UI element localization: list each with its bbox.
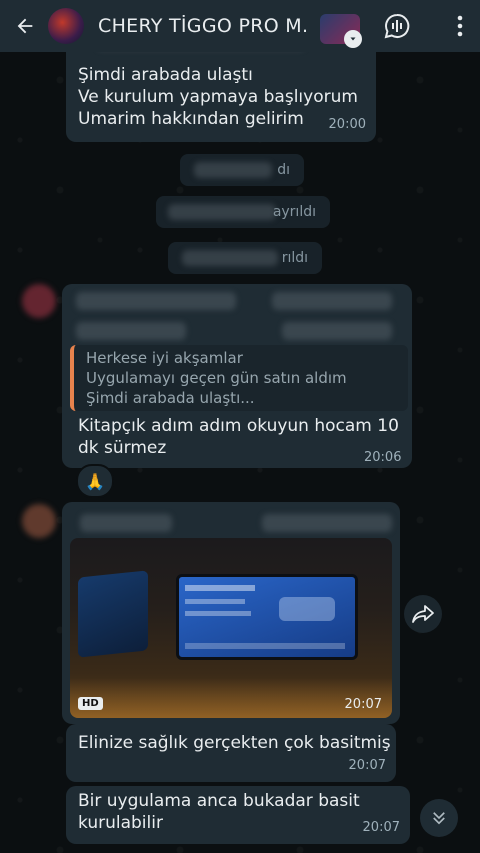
instrument-cluster-screen <box>78 570 148 658</box>
message-time: 20:00 <box>328 117 366 132</box>
message-bubble[interactable]: Bir uygulama anca bukadar basit kurulabi… <box>66 786 410 844</box>
avatar[interactable] <box>22 284 56 318</box>
quote-line: Herkese iyi akşamlar <box>86 349 243 367</box>
system-notice: rıldı <box>168 242 322 274</box>
redacted-phone <box>262 514 392 532</box>
double-chevron-down-icon <box>433 812 445 825</box>
redacted-phone <box>272 292 392 310</box>
message-line: Umarim hakkından gelirim <box>78 109 304 129</box>
message-line: Bir uygulama anca bukadar basit <box>78 791 360 811</box>
chat-audio-icon <box>384 13 410 39</box>
message-time: 20:06 <box>364 450 402 465</box>
quote-line: Uygulamayı geçen gün satın aldım <box>86 369 347 387</box>
chat-audio-button[interactable] <box>383 12 411 40</box>
group-avatar[interactable] <box>48 8 84 44</box>
message-text: Bir uygulama anca bukadar basit kurulabi… <box>78 790 360 834</box>
message-line: dk sürmez <box>78 438 167 458</box>
scroll-to-bottom-button[interactable] <box>420 799 458 837</box>
reaction-badge[interactable]: 🙏 <box>76 464 114 498</box>
message-time: 20:07 <box>348 758 386 773</box>
message-line: kurulabilir <box>78 813 163 833</box>
hd-badge: HD <box>78 697 103 710</box>
avatar[interactable] <box>22 504 56 538</box>
car-screen-photo[interactable]: HD 20:07 <box>70 538 392 718</box>
message-text: Kitapçık adım adım okuyun hocam 10 dk sü… <box>78 415 399 459</box>
chat-title[interactable]: CHERY TİGGO PRO M... <box>98 15 308 37</box>
pray-emoji: 🙏 <box>85 471 105 491</box>
infotainment-screen <box>176 574 358 660</box>
message-time: 20:07 <box>344 697 382 712</box>
more-vert-icon <box>457 15 463 37</box>
menu-button[interactable] <box>446 12 474 40</box>
chevron-down-icon <box>344 30 362 48</box>
message-line: Şimdi arabada ulaştı <box>78 65 253 85</box>
message-line: Ve kurulum yapmaya başlıyorum <box>78 87 358 107</box>
system-notice: ayrıldı <box>156 196 330 228</box>
system-notice: dı <box>180 154 304 186</box>
chat-header: CHERY TİGGO PRO M... <box>0 0 480 52</box>
message-bubble[interactable]: Elinize sağlık gerçekten çok basitmiş 20… <box>66 724 396 782</box>
group-thumb[interactable] <box>320 14 362 48</box>
arrow-left-icon <box>17 18 33 34</box>
quote-line: Şimdi arabada ulaştı... <box>86 389 255 407</box>
message-text: Elinize sağlık gerçekten çok basitmiş <box>78 733 391 753</box>
redacted-sender <box>80 514 172 532</box>
reply-quote[interactable]: Herkese iyi akşamlar Uygulamayı geçen gü… <box>70 345 408 411</box>
back-button[interactable] <box>8 0 42 52</box>
forward-button[interactable] <box>404 595 442 633</box>
message-time: 20:07 <box>362 820 400 835</box>
redacted-sender <box>76 292 236 310</box>
message-line: Kitapçık adım adım okuyun hocam 10 <box>78 416 399 436</box>
forward-icon <box>412 605 434 623</box>
message-text: Şimdi arabada ulaştı Ve kurulum yapmaya … <box>78 64 358 130</box>
